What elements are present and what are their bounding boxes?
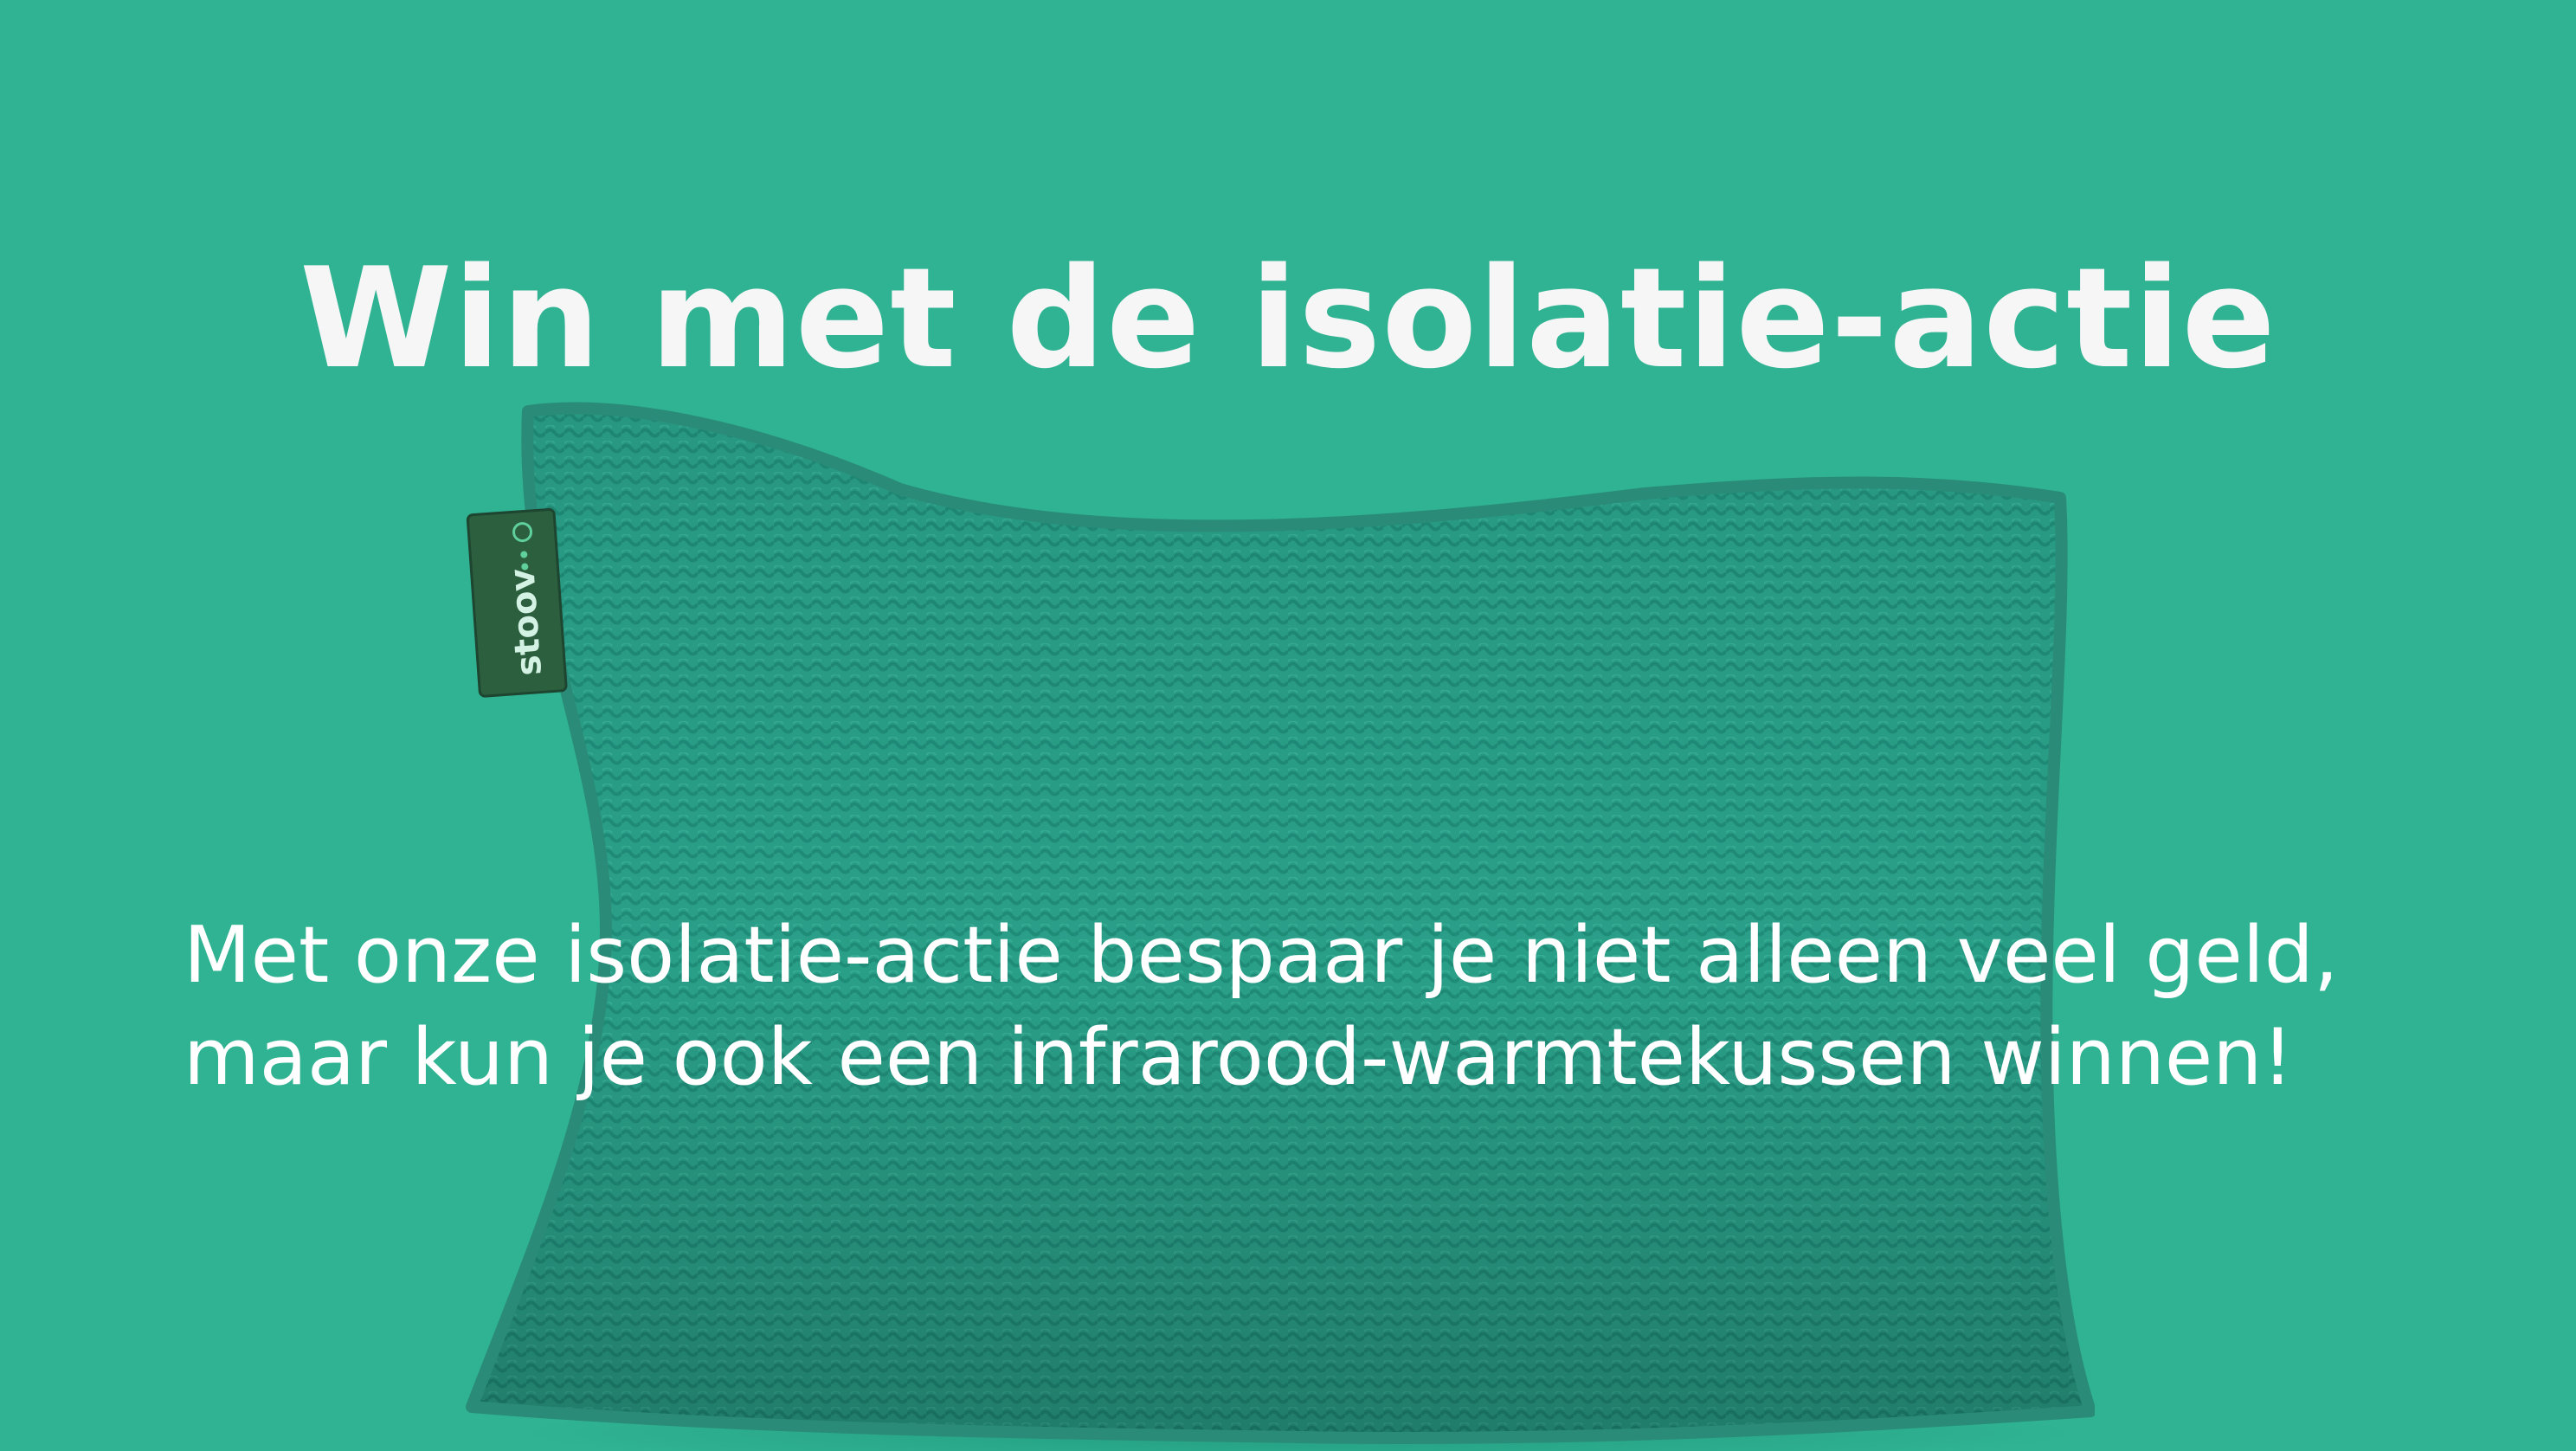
promo-description-line-1: Met onze isolatie-actie bespaar je niet …	[184, 910, 2339, 1001]
promo-description: Met onze isolatie-actie bespaar je niet …	[184, 905, 2434, 1109]
promo-banner: stoov Win met de isolatie-actie Met onze…	[0, 0, 2576, 1451]
promo-description-line-2: maar kun je ook een infrarood-warmtekuss…	[184, 1012, 2294, 1103]
page-title: Win met de isolatie-actie	[299, 237, 2277, 399]
tag-brand-text: stoov	[503, 567, 551, 677]
brand-tag: stoov	[466, 507, 568, 698]
